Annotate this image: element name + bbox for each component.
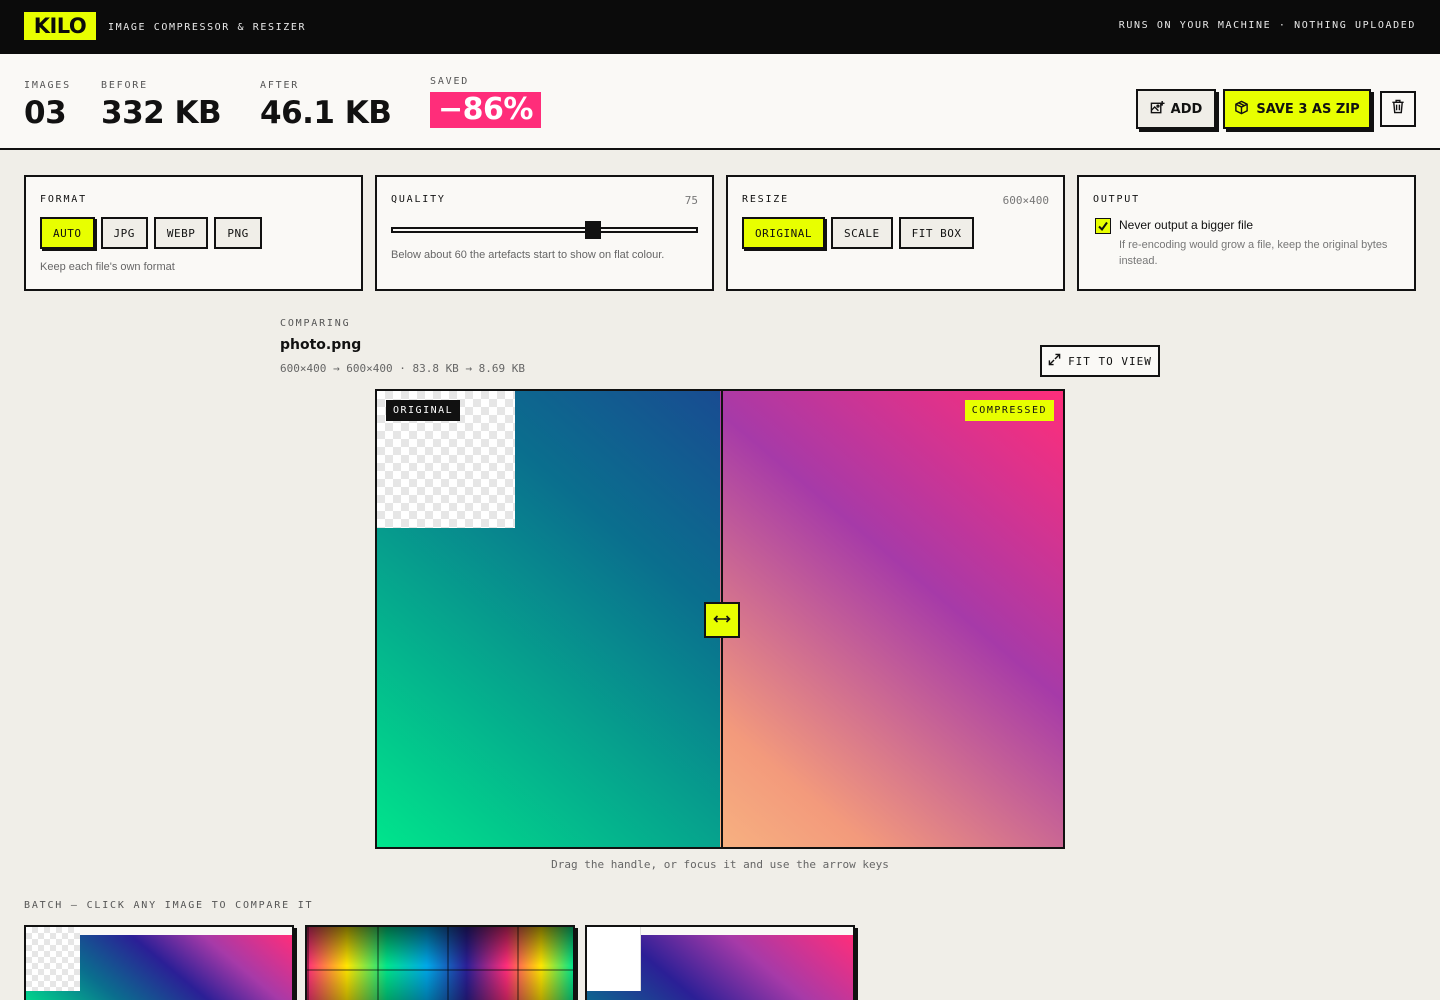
privacy-note: RUNS ON YOUR MACHINE · NOTHING UPLOADED bbox=[1118, 20, 1416, 31]
comparing-label: COMPARING bbox=[280, 318, 351, 329]
quality-panel: QUALITY 75 Below about 60 the artefacts … bbox=[375, 175, 714, 291]
stat-after: AFTER 46.1 KB bbox=[260, 80, 392, 131]
fit-to-view-button[interactable]: FIT TO VIEW bbox=[1040, 345, 1160, 377]
resize-option-fit-box[interactable]: FIT BOX bbox=[898, 217, 975, 249]
add-button-label: ADD bbox=[1170, 101, 1203, 117]
split-arrows-icon bbox=[713, 611, 731, 629]
stat-saved: SAVED −86% bbox=[430, 76, 541, 128]
stats-bar: IMAGES 03 BEFORE 332 KB AFTER 46.1 KB SA… bbox=[0, 54, 1440, 150]
resize-option-scale[interactable]: SCALE bbox=[830, 217, 893, 249]
check-icon bbox=[1096, 220, 1110, 237]
quality-hint: Below about 60 the artefacts start to sh… bbox=[391, 249, 665, 261]
stat-saved-label: SAVED bbox=[430, 76, 470, 87]
stat-after-label: AFTER bbox=[260, 80, 300, 91]
package-icon bbox=[1234, 100, 1249, 119]
compressed-tag: COMPRESSED bbox=[964, 400, 1054, 421]
thumbnail-transparency bbox=[26, 927, 80, 991]
resize-option-original[interactable]: ORIGINAL bbox=[742, 217, 825, 249]
never-bigger-checkbox[interactable] bbox=[1095, 218, 1111, 234]
top-bar: KILO IMAGE COMPRESSOR & RESIZER RUNS ON … bbox=[0, 0, 1440, 54]
format-panel: FORMAT AUTO JPG WEBP PNG Keep each file'… bbox=[24, 175, 363, 291]
thumbnail-white-block bbox=[587, 927, 641, 991]
quality-value: 75 bbox=[684, 194, 698, 207]
comparing-meta: 600×400 → 600×400 · 83.8 KB → 8.69 KB bbox=[280, 362, 526, 375]
quality-slider-thumb[interactable] bbox=[585, 221, 602, 239]
batch-label: BATCH — CLICK ANY IMAGE TO COMPARE IT bbox=[24, 900, 314, 911]
batch-thumbnail-third[interactable] bbox=[585, 925, 855, 1000]
never-bigger-label[interactable]: Never output a bigger file bbox=[1119, 218, 1253, 232]
saved-badge: −86% bbox=[430, 92, 541, 128]
batch-thumbnail-photo[interactable] bbox=[24, 925, 294, 1000]
stat-after-value: 46.1 KB bbox=[260, 95, 392, 131]
stat-before-value: 332 KB bbox=[101, 95, 222, 131]
format-option-png[interactable]: PNG bbox=[214, 217, 262, 249]
output-title: OUTPUT bbox=[1093, 194, 1140, 205]
resize-options: ORIGINAL SCALE FIT BOX bbox=[742, 217, 975, 249]
stat-images: IMAGES 03 bbox=[24, 80, 71, 130]
batch-thumbnail-grid[interactable] bbox=[305, 925, 575, 1000]
expand-icon bbox=[1048, 353, 1061, 369]
original-tag: ORIGINAL bbox=[386, 400, 461, 421]
fit-to-view-label: FIT TO VIEW bbox=[1068, 354, 1152, 368]
clear-all-button[interactable] bbox=[1380, 91, 1416, 127]
add-image-icon bbox=[1150, 100, 1165, 119]
viewer-hint: Drag the handle, or focus it and use the… bbox=[551, 858, 889, 871]
logo: KILO bbox=[24, 12, 96, 40]
app-tagline: IMAGE COMPRESSOR & RESIZER bbox=[108, 22, 307, 33]
format-hint: Keep each file's own format bbox=[40, 261, 175, 273]
quality-slider[interactable] bbox=[391, 221, 698, 239]
trash-icon bbox=[1391, 99, 1405, 119]
format-option-auto[interactable]: AUTO bbox=[40, 217, 95, 249]
comparing-filename: photo.png bbox=[280, 337, 362, 353]
stat-before: BEFORE 332 KB bbox=[101, 80, 222, 131]
format-title: FORMAT bbox=[40, 194, 87, 205]
save-zip-label: SAVE 3 AS ZIP bbox=[1256, 101, 1360, 117]
stat-images-label: IMAGES bbox=[24, 80, 71, 91]
resize-dimensions: 600×400 bbox=[1002, 194, 1049, 207]
stat-before-label: BEFORE bbox=[101, 80, 148, 91]
save-zip-button[interactable]: SAVE 3 AS ZIP bbox=[1223, 89, 1371, 129]
compare-viewer[interactable]: ORIGINAL COMPRESSED bbox=[375, 389, 1065, 849]
resize-panel: RESIZE 600×400 ORIGINAL SCALE FIT BOX bbox=[726, 175, 1065, 291]
resize-title: RESIZE bbox=[742, 194, 789, 205]
never-bigger-description: If re-encoding would grow a file, keep t… bbox=[1119, 239, 1388, 267]
thumbnail-grid-lines bbox=[307, 927, 573, 1000]
format-options: AUTO JPG WEBP PNG bbox=[40, 217, 262, 249]
format-option-webp[interactable]: WEBP bbox=[153, 217, 209, 249]
split-handle[interactable] bbox=[704, 602, 740, 638]
quality-title: QUALITY bbox=[391, 194, 446, 205]
add-button[interactable]: ADD bbox=[1136, 89, 1216, 129]
output-panel: OUTPUT Never output a bigger file If re-… bbox=[1077, 175, 1416, 291]
stat-images-value: 03 bbox=[24, 95, 67, 131]
format-option-jpg[interactable]: JPG bbox=[100, 217, 148, 249]
